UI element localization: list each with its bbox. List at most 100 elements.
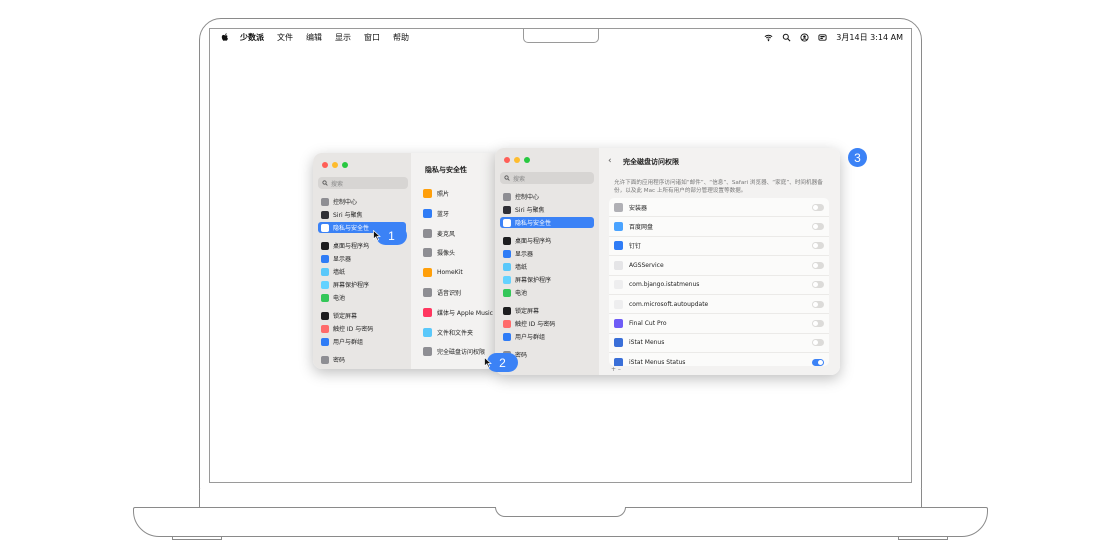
menu-clock[interactable]: 3月14日 3:14 AM bbox=[836, 32, 903, 43]
full-disk-access-pane: ‹ 完全磁盘访问权限 允许下面的应用程序访问诸如“邮件”、“信息”、Safari… bbox=[599, 148, 840, 375]
access-toggle[interactable] bbox=[812, 339, 824, 347]
apple-icon[interactable] bbox=[220, 32, 230, 42]
app-icon bbox=[614, 241, 623, 251]
sidebar-item-label: 桌面与程序坞 bbox=[515, 238, 552, 245]
wifi-icon[interactable] bbox=[764, 33, 773, 42]
minimize-icon[interactable] bbox=[332, 162, 338, 168]
add-remove-buttons[interactable]: + – bbox=[611, 366, 621, 373]
search-field[interactable]: 搜索 bbox=[500, 172, 594, 184]
sidebar-item[interactable]: 显示器 bbox=[318, 253, 406, 264]
app-name: 钉钉 bbox=[629, 243, 642, 251]
access-toggle[interactable] bbox=[812, 242, 824, 250]
close-icon[interactable] bbox=[504, 157, 510, 163]
sidebar-item[interactable]: 控制中心 bbox=[500, 191, 594, 202]
access-toggle[interactable] bbox=[812, 203, 824, 211]
zoom-icon[interactable] bbox=[342, 162, 348, 168]
app-name: com.microsoft.autoupdate bbox=[629, 300, 709, 308]
sidebar-item-label: Siri 与聚焦 bbox=[333, 212, 363, 219]
zoom-icon[interactable] bbox=[524, 157, 530, 163]
app-row: 百度网盘 bbox=[609, 217, 829, 237]
privacy-list-item[interactable]: 摄像头 bbox=[423, 247, 455, 258]
minimize-icon[interactable] bbox=[514, 157, 520, 163]
app-icon bbox=[614, 319, 623, 329]
access-toggle[interactable] bbox=[812, 223, 824, 231]
app-list: 安装器 百度网盘 钉钉 AGSService com.bjango.istatmenus… bbox=[609, 198, 829, 366]
app-name: AGSService bbox=[629, 261, 664, 269]
privacy-item-icon bbox=[423, 208, 432, 218]
back-chevron-icon[interactable]: ‹ bbox=[608, 156, 612, 166]
sidebar-item[interactable]: 锁定屏幕 bbox=[500, 305, 594, 316]
sidebar-item[interactable]: 控制中心 bbox=[318, 196, 406, 207]
sidebar-item[interactable]: 隐私与安全性 bbox=[500, 217, 594, 228]
sidebar: 搜索 控制中心 Siri 与聚焦 隐私与安全性 桌面与程序坞 显示器 墙纸 屏幕保护程序 电池… bbox=[313, 153, 411, 369]
sidebar-item[interactable]: 用户与群组 bbox=[318, 336, 406, 347]
sidebar-item-label: 屏幕保护程序 bbox=[333, 282, 370, 289]
sidebar-item[interactable]: 屏幕保护程序 bbox=[500, 274, 594, 285]
privacy-item-icon bbox=[423, 307, 432, 317]
sidebar-item-icon bbox=[503, 249, 511, 258]
privacy-item-icon bbox=[423, 189, 432, 198]
sidebar-item-icon bbox=[503, 306, 511, 315]
privacy-list-item[interactable]: 完全磁盘访问权限 bbox=[423, 346, 485, 357]
app-row: AGSService bbox=[609, 256, 829, 276]
sidebar-item-label: 桌面与程序坞 bbox=[333, 243, 370, 250]
menu-window[interactable]: 窗口 bbox=[364, 32, 380, 43]
access-toggle[interactable] bbox=[812, 300, 824, 308]
sidebar-item[interactable]: 墙纸 bbox=[500, 261, 594, 272]
sidebar-item-icon bbox=[321, 254, 329, 263]
privacy-item-icon bbox=[423, 248, 432, 258]
sidebar-item[interactable]: 电池 bbox=[500, 287, 594, 298]
sidebar-item[interactable]: 电池 bbox=[318, 292, 406, 303]
sidebar-item[interactable]: Siri 与聚焦 bbox=[500, 204, 594, 215]
privacy-list-item[interactable]: 语音识别 bbox=[423, 287, 461, 298]
app-name: iStat Menus Status bbox=[629, 358, 686, 366]
sidebar-item-label: Siri 与聚焦 bbox=[515, 207, 545, 214]
access-toggle[interactable] bbox=[812, 281, 824, 289]
menu-view[interactable]: 显示 bbox=[335, 32, 351, 43]
sidebar-item[interactable]: 触控 ID 与密码 bbox=[500, 318, 594, 329]
control-center-icon[interactable] bbox=[818, 33, 827, 42]
app-name: iStat Menus bbox=[629, 339, 665, 347]
privacy-list-item[interactable]: 媒体与 Apple Music bbox=[423, 307, 493, 318]
sidebar-item[interactable]: 触控 ID 与密码 bbox=[318, 323, 406, 334]
privacy-item-label: 麦克风 bbox=[437, 230, 456, 238]
laptop-foot bbox=[898, 536, 948, 540]
menu-edit[interactable]: 编辑 bbox=[306, 32, 322, 43]
cursor-icon bbox=[373, 230, 381, 241]
menu-help[interactable]: 帮助 bbox=[393, 32, 409, 43]
menu-file[interactable]: 文件 bbox=[277, 32, 293, 43]
sidebar-item[interactable]: 密码 bbox=[318, 354, 406, 365]
sidebar-item-icon bbox=[503, 205, 511, 214]
settings-window-privacy: 搜索 控制中心 Siri 与聚焦 隐私与安全性 桌面与程序坞 显示器 墙纸 屏幕保护程序 电池… bbox=[313, 153, 499, 369]
app-row: iStat Menus Status bbox=[609, 353, 829, 366]
privacy-list-item[interactable]: 蓝牙 bbox=[423, 208, 449, 219]
access-toggle[interactable] bbox=[812, 320, 824, 328]
user-icon[interactable] bbox=[800, 32, 809, 42]
pane-description: 允许下面的应用程序访问诸如“邮件”、“信息”、Safari 浏览器、“家庭”、时… bbox=[614, 180, 823, 194]
close-icon[interactable] bbox=[322, 162, 328, 168]
search-field[interactable]: 搜索 bbox=[318, 177, 408, 189]
sidebar-item[interactable]: 屏幕保护程序 bbox=[318, 279, 406, 290]
sidebar-item-icon bbox=[321, 324, 329, 333]
sidebar-item[interactable]: 墙纸 bbox=[318, 266, 406, 277]
app-icon bbox=[614, 299, 623, 309]
search-icon[interactable] bbox=[782, 33, 791, 42]
access-toggle[interactable] bbox=[812, 261, 824, 269]
settings-window-full-disk-access: 搜索 控制中心 Siri 与聚焦隐私与安全性桌面与程序坞显示器墙纸屏幕保护程序 电池… bbox=[495, 148, 840, 375]
privacy-list-item[interactable]: 照片 bbox=[423, 188, 449, 199]
privacy-list-item[interactable]: 文件和文件夹 bbox=[423, 327, 473, 338]
menu-app-name[interactable]: 少数派 bbox=[240, 32, 264, 43]
privacy-item-label: 完全磁盘访问权限 bbox=[437, 349, 486, 357]
sidebar-item[interactable]: 桌面与程序坞 bbox=[500, 235, 594, 246]
traffic-lights bbox=[504, 157, 530, 163]
access-toggle[interactable] bbox=[812, 358, 824, 366]
laptop-hinge bbox=[199, 489, 922, 509]
privacy-list-item[interactable]: 麦克风 bbox=[423, 228, 455, 239]
sidebar-item-icon bbox=[503, 332, 511, 341]
sidebar-item[interactable]: 用户与群组 bbox=[500, 331, 594, 342]
traffic-lights bbox=[322, 162, 348, 168]
sidebar-item[interactable]: Siri 与聚焦 bbox=[318, 209, 406, 220]
sidebar-item[interactable]: 显示器 bbox=[500, 248, 594, 259]
sidebar-item[interactable]: 锁定屏幕 bbox=[318, 310, 406, 321]
privacy-list-item[interactable]: HomeKit bbox=[423, 267, 463, 278]
